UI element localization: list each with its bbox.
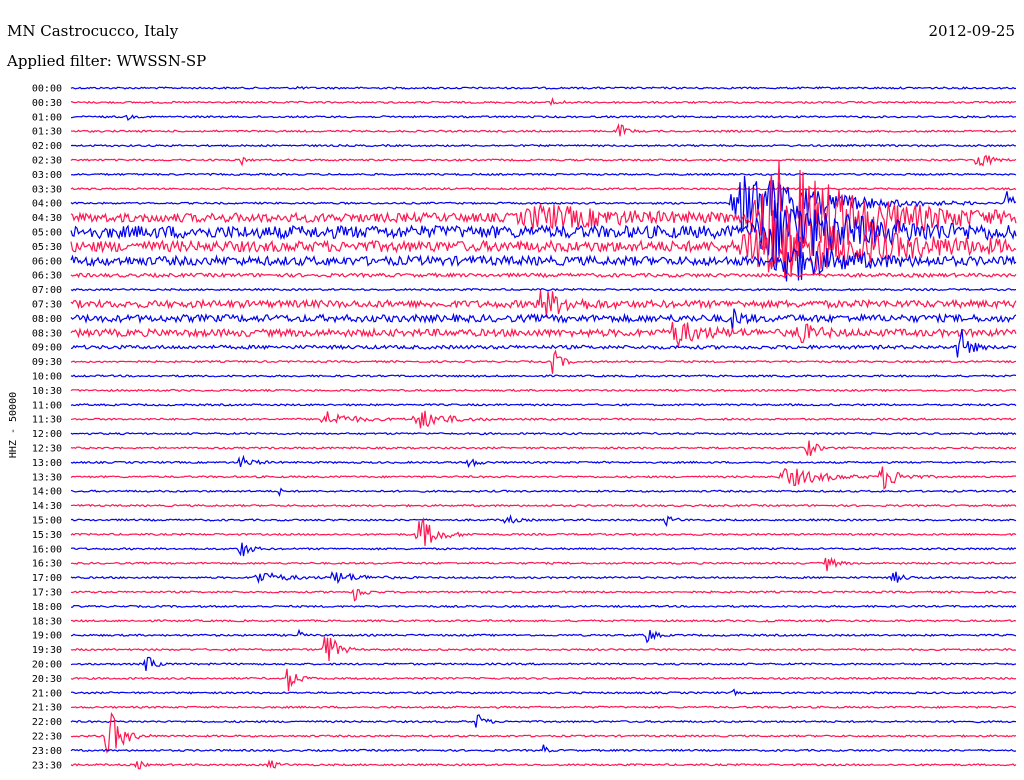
time-tick-label: 04:00 [32,199,62,210]
time-tick-label: 19:30 [32,645,62,656]
trace-line-1130 [70,410,1016,429]
time-tick-label: 02:30 [32,156,62,167]
time-tick-label: 19:00 [32,631,62,642]
filter-label: Applied filter: WWSSN-SP [6,52,206,70]
time-tick-label: 18:30 [32,616,62,627]
time-tick-label: 23:00 [32,746,62,757]
trace-line-0200 [70,143,1016,148]
time-tick-label: 15:30 [32,530,62,541]
time-tick-label: 05:30 [32,242,62,253]
time-tick-label: 18:00 [32,602,62,613]
trace-line-0800 [70,308,1017,332]
time-tick-label: 09:30 [32,357,62,368]
date-label: 2012-09-25 [929,22,1015,40]
time-tick-label: 16:00 [32,544,62,555]
trace-line-0000 [70,85,1017,90]
time-tick-label: 03:30 [32,184,62,195]
station-title: MN Castrocucco, Italy [7,22,179,40]
time-tick-label: 03:00 [32,170,62,181]
trace-line-1500 [70,513,1017,527]
trace-line-0700 [70,287,1017,292]
time-tick-label: 13:00 [32,458,62,469]
trace-line-2030 [70,668,1017,692]
trace-line-2330 [70,759,1017,770]
trace-line-2100 [70,688,1017,697]
trace-line-2300 [70,744,1017,753]
trace-line-1300 [70,454,1017,469]
trace-line-2000 [70,656,1017,671]
time-tick-label: 14:30 [32,501,62,512]
trace-line-1400 [70,487,1017,498]
time-tick-label: 01:30 [32,127,62,138]
trace-line-1200 [70,431,1017,436]
trace-line-0330 [70,187,1017,191]
time-tick-label: 01:00 [32,112,62,123]
time-tick-labels: 00:00 00:30 01:00 01:30 02:00 02:30 03:00 03:30… [32,84,62,772]
trace-line-1530 [70,516,1017,546]
time-tick-label: 10:30 [32,386,62,397]
trace-line-1230 [70,440,1017,456]
seismic-traces [70,85,1017,770]
time-tick-label: 13:30 [32,472,62,483]
trace-line-0230 [70,154,1017,167]
time-tick-label: 08:00 [32,314,62,325]
trace-line-0300 [70,172,1017,177]
time-tick-label: 12:30 [32,444,62,455]
time-tick-label: 11:30 [32,415,62,426]
time-tick-label: 06:30 [32,271,62,282]
helicorder-plot: MN Castrocucco, Italy 2012-09-25 Applied… [6,22,1017,772]
time-tick-label: 17:30 [32,588,62,599]
time-tick-label: 06:00 [32,256,62,267]
trace-line-1900 [70,628,1017,644]
trace-line-0630 [70,272,1017,279]
time-tick-label: 14:00 [32,487,62,498]
time-tick-label: 17:00 [32,573,62,584]
time-tick-label: 20:30 [32,674,62,685]
trace-line-1800 [71,604,1017,609]
trace-line-1330 [70,466,1017,490]
trace-line-2130 [70,705,1017,709]
time-tick-label: 22:00 [32,717,62,728]
trace-line-0830 [70,321,1017,348]
trace-line-0130 [70,122,1017,137]
time-tick-label: 11:00 [32,400,62,411]
time-tick-label: 10:00 [32,372,62,383]
time-tick-label: 15:00 [32,516,62,527]
trace-line-1030 [70,388,1017,393]
trace-line-1000 [70,374,1017,378]
trace-line-1730 [70,588,1017,602]
time-tick-label: 20:00 [32,660,62,671]
time-tick-label: 02:00 [32,141,62,152]
trace-line-0730 [70,290,1017,318]
time-tick-label: 21:00 [32,688,62,699]
trace-line-1100 [70,403,1017,407]
time-tick-label: 12:00 [32,429,62,440]
time-tick-label: 00:30 [32,98,62,109]
trace-line-1930 [70,636,1017,662]
time-tick-label: 04:30 [32,213,62,224]
trace-line-0930 [70,349,1017,374]
trace-line-0030 [70,96,1017,107]
trace-line-1600 [70,542,1017,557]
trace-line-2200 [70,714,1017,728]
time-tick-label: 00:00 [32,84,62,95]
trace-line-1630 [70,556,1017,572]
trace-line-1830 [71,619,1017,623]
time-tick-label: 07:30 [32,300,62,311]
time-tick-label: 08:30 [32,328,62,339]
time-tick-label: 23:30 [32,760,62,771]
y-axis-label: HHZ - 50000 [8,392,19,458]
time-tick-label: 05:00 [32,228,62,239]
trace-line-1700 [70,571,1017,585]
time-tick-label: 16:30 [32,559,62,570]
time-tick-label: 07:00 [32,285,62,296]
time-tick-label: 09:00 [32,343,62,354]
trace-line-1430 [70,503,1017,508]
time-tick-label: 22:30 [32,732,62,743]
trace-line-0100 [70,114,1016,122]
time-tick-label: 21:30 [32,703,62,714]
